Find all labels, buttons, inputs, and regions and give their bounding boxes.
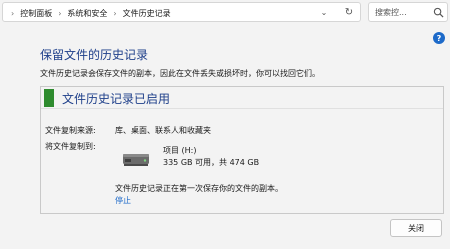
breadcrumb[interactable]: › 控制面板 › 系统和安全 › 文件历史记录 ⌄ ↻	[2, 2, 361, 22]
breadcrumb-item-file-history[interactable]: 文件历史记录	[123, 8, 171, 19]
drive-space: 335 GB 可用，共 474 GB	[163, 158, 260, 167]
chevron-right-icon: ›	[11, 8, 15, 18]
file-history-panel: 文件历史记录已启用 文件复制来源: 库、桌面、联系人和收藏夹 将文件复制到: 项…	[40, 86, 444, 214]
address-bar: › 控制面板 › 系统和安全 › 文件历史记录 ⌄ ↻	[0, 0, 450, 24]
search-input[interactable]	[375, 5, 429, 19]
page-description: 文件历史记录会保存文件的副本，因此在文件丢失或损坏时，你可以找回它们。	[40, 69, 320, 78]
refresh-icon[interactable]: ↻	[341, 6, 357, 19]
page-title: 保留文件的历史记录	[40, 48, 149, 62]
status-title: 文件历史记录已启用	[62, 92, 171, 106]
search-icon[interactable]	[433, 7, 444, 18]
search-box[interactable]	[368, 2, 448, 22]
status-header: 文件历史记录已启用	[41, 87, 443, 109]
close-button[interactable]: 关闭	[390, 219, 442, 237]
help-icon[interactable]: ?	[433, 32, 445, 44]
breadcrumb-item-control-panel[interactable]: 控制面板	[20, 8, 52, 19]
breadcrumb-item-system-security[interactable]: 系统和安全	[67, 8, 107, 19]
stop-link[interactable]: 停止	[115, 195, 131, 206]
status-note: 文件历史记录正在第一次保存你的文件的副本。	[115, 184, 283, 193]
chevron-right-icon: ›	[58, 8, 62, 18]
source-label: 文件复制来源:	[45, 126, 96, 135]
hard-drive-icon	[123, 154, 149, 166]
chevron-right-icon: ›	[113, 8, 117, 18]
status-indicator	[44, 89, 54, 107]
chevron-down-icon[interactable]: ⌄	[317, 6, 331, 19]
source-value: 库、桌面、联系人和收藏夹	[115, 126, 211, 135]
drive-name: 项目 (H:)	[163, 146, 197, 155]
target-label: 将文件复制到:	[45, 142, 96, 151]
